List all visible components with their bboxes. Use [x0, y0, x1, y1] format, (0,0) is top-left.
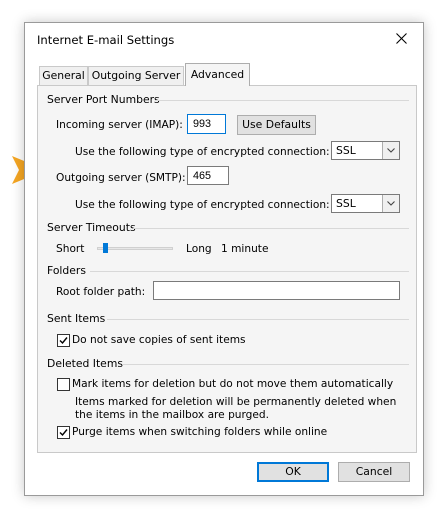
close-icon — [396, 33, 407, 44]
close-button[interactable] — [391, 29, 413, 49]
outgoing-server-label: Outgoing server (SMTP): — [56, 172, 186, 184]
tab-outgoing-server[interactable]: Outgoing Server — [88, 66, 184, 85]
slider-track[interactable] — [97, 247, 173, 250]
root-folder-path-input[interactable] — [153, 281, 400, 300]
tab-advanced[interactable]: Advanced — [185, 63, 250, 86]
timeout-long-label: Long — [186, 243, 212, 255]
sent-items-group: Sent Items — [47, 312, 409, 326]
group-heading: Folders — [47, 264, 86, 277]
checkmark-icon — [59, 337, 68, 345]
no-copies-label[interactable]: Do not save copies of sent items — [72, 334, 246, 346]
dropdown-button[interactable] — [382, 142, 399, 159]
incoming-encryption-label: Use the following type of encrypted conn… — [75, 146, 330, 158]
group-heading: Deleted Items — [47, 357, 123, 370]
server-timeouts-group: Server Timeouts — [47, 221, 409, 235]
dropdown-button[interactable] — [382, 195, 399, 212]
checkmark-icon — [59, 429, 68, 437]
title-bar: Internet E-mail Settings — [25, 23, 423, 56]
chevron-down-icon — [387, 201, 395, 206]
outgoing-port-input[interactable] — [187, 166, 229, 185]
incoming-encryption-select[interactable]: SSL — [331, 141, 400, 160]
mark-for-deletion-checkbox[interactable] — [57, 378, 70, 391]
deletion-note-line2: the items in the mailbox are purged. — [75, 409, 270, 421]
slider-thumb[interactable] — [102, 243, 108, 253]
dialog-title: Internet E-mail Settings — [37, 33, 175, 47]
tab-general[interactable]: General — [39, 66, 88, 85]
root-folder-path-label: Root folder path: — [56, 286, 146, 298]
purge-items-label[interactable]: Purge items when switching folders while… — [72, 426, 327, 438]
group-heading: Server Timeouts — [47, 221, 136, 234]
group-heading: Sent Items — [47, 312, 106, 325]
selected-value: SSL — [336, 144, 356, 157]
use-defaults-button[interactable]: Use Defaults — [237, 115, 316, 135]
deleted-items-group: Deleted Items — [47, 357, 409, 371]
selected-value: SSL — [336, 197, 356, 210]
internet-email-settings-dialog: Internet E-mail Settings General Outgoin… — [24, 22, 424, 496]
outgoing-encryption-select[interactable]: SSL — [331, 194, 400, 213]
chevron-down-icon — [387, 148, 395, 153]
outgoing-encryption-label: Use the following type of encrypted conn… — [75, 199, 330, 211]
tab-strip: General Outgoing Server Advanced — [37, 63, 417, 86]
server-port-numbers-group: Server Port Numbers — [47, 93, 409, 107]
purge-items-checkbox[interactable] — [57, 426, 70, 439]
timeout-short-label: Short — [56, 243, 85, 255]
mark-for-deletion-label[interactable]: Mark items for deletion but do not move … — [72, 378, 393, 390]
incoming-port-input[interactable] — [187, 114, 226, 134]
incoming-server-label: Incoming server (IMAP): — [56, 119, 183, 131]
ok-button[interactable]: OK — [257, 462, 329, 482]
cancel-button[interactable]: Cancel — [338, 462, 410, 482]
deletion-note-line1: Items marked for deletion will be perman… — [75, 396, 397, 408]
timeout-value: 1 minute — [221, 243, 269, 255]
no-copies-checkbox[interactable] — [57, 334, 70, 347]
folders-group: Folders — [47, 264, 409, 278]
group-heading: Server Port Numbers — [47, 93, 160, 106]
advanced-tab-panel: Server Port Numbers Incoming server (IMA… — [37, 85, 417, 453]
